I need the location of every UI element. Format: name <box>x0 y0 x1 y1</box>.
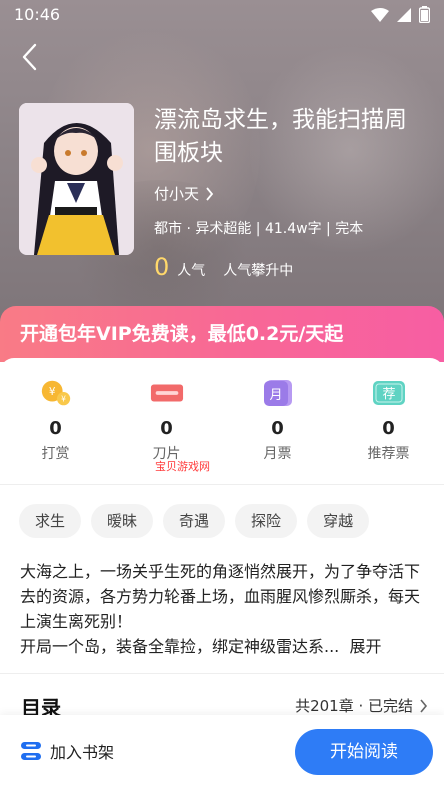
signal-icon <box>397 7 411 26</box>
wifi-icon <box>371 7 389 26</box>
watermark-text: 宝贝游戏网 <box>155 460 210 473</box>
divider <box>0 484 444 485</box>
expand-link[interactable]: 展开 <box>349 637 381 656</box>
blade-icon <box>150 378 184 408</box>
back-button[interactable] <box>14 40 44 74</box>
recommend-ticket-icon: 荐 <box>372 378 406 408</box>
stat-value: 0 <box>49 418 62 439</box>
start-reading-button[interactable]: 开始阅读 <box>295 729 433 775</box>
tag-list: 求生 暧昧 奇遇 探险 穿越 <box>19 504 370 538</box>
popularity-label: 人气 <box>177 263 206 279</box>
stat-month-ticket[interactable]: 月 0 月票 <box>222 378 333 478</box>
book-description[interactable]: 大海之上，一场关乎生死的角逐悄然展开，为了争夺活下去的资源，各方势力轮番上场，血… <box>20 559 428 659</box>
svg-text:月: 月 <box>269 388 282 403</box>
vip-banner[interactable]: 开通包年VIP免费读，最低0.2元/天起 <box>0 306 444 362</box>
stat-recommend-ticket[interactable]: 荐 0 推荐票 <box>333 378 444 478</box>
stat-value: 0 <box>271 418 284 439</box>
tag-chip[interactable]: 暧昧 <box>91 504 154 538</box>
chapter-count: 共201章 · 已完结 <box>295 697 413 715</box>
stat-label: 打赏 <box>41 446 70 462</box>
book-cover[interactable] <box>19 103 134 255</box>
stat-value: 0 <box>160 418 173 439</box>
popularity-value: 0 <box>154 253 170 281</box>
toc-info: 共201章 · 已完结 <box>295 695 428 716</box>
popularity-row: 0 人气 人气攀升中 <box>154 253 293 281</box>
battery-icon <box>418 6 431 27</box>
stat-value: 0 <box>382 418 395 439</box>
chevron-right-icon <box>206 186 214 201</box>
tag-chip[interactable]: 探险 <box>235 504 298 538</box>
author-link[interactable]: 付小天 <box>154 183 214 204</box>
rank-label: 人气攀升中 <box>223 263 294 279</box>
divider <box>0 673 444 674</box>
status-bar: 10:46 <box>0 0 444 30</box>
stat-reward[interactable]: ¥ ¥ 0 打赏 <box>0 378 111 478</box>
stat-label: 月票 <box>263 446 292 462</box>
stats-row: ¥ ¥ 0 打赏 0 刀片 月 0 月票 荐 0 推荐票 <box>0 378 444 478</box>
description-text: 大海之上，一场关乎生死的角逐悄然展开，为了争夺活下去的资源，各方势力轮番上场，血… <box>20 562 421 631</box>
month-ticket-icon: 月 <box>261 378 295 408</box>
tag-chip[interactable]: 求生 <box>19 504 82 538</box>
bottom-action-bar: 加入书架 开始阅读 <box>0 715 444 789</box>
book-title: 漂流岛求生，我能扫描周围板块 <box>154 107 407 166</box>
description-text: 开局一个岛，装备全靠捡，绑定神级雷达系... <box>20 637 340 656</box>
tag-chip[interactable]: 奇遇 <box>163 504 226 538</box>
svg-text:¥: ¥ <box>48 386 55 398</box>
add-to-shelf-label: 加入书架 <box>50 743 115 762</box>
chevron-right-icon <box>420 698 428 713</box>
back-arrow-icon <box>22 43 37 71</box>
status-time: 10:46 <box>14 5 61 24</box>
bookshelf-icon <box>21 742 41 760</box>
author-name: 付小天 <box>154 185 200 203</box>
cover-illustration-icon <box>19 103 134 255</box>
svg-text:¥: ¥ <box>61 395 66 404</box>
book-meta: 都市 · 异术超能 | 41.4w字 | 完本 <box>154 221 364 237</box>
tag-chip[interactable]: 穿越 <box>307 504 370 538</box>
add-to-shelf-button[interactable]: 加入书架 <box>20 739 114 763</box>
coin-icon: ¥ ¥ <box>39 378 73 408</box>
vip-banner-text: 开通包年VIP免费读，最低0.2元/天起 <box>20 323 344 345</box>
stat-label: 推荐票 <box>367 446 410 462</box>
svg-text:荐: 荐 <box>382 387 395 402</box>
